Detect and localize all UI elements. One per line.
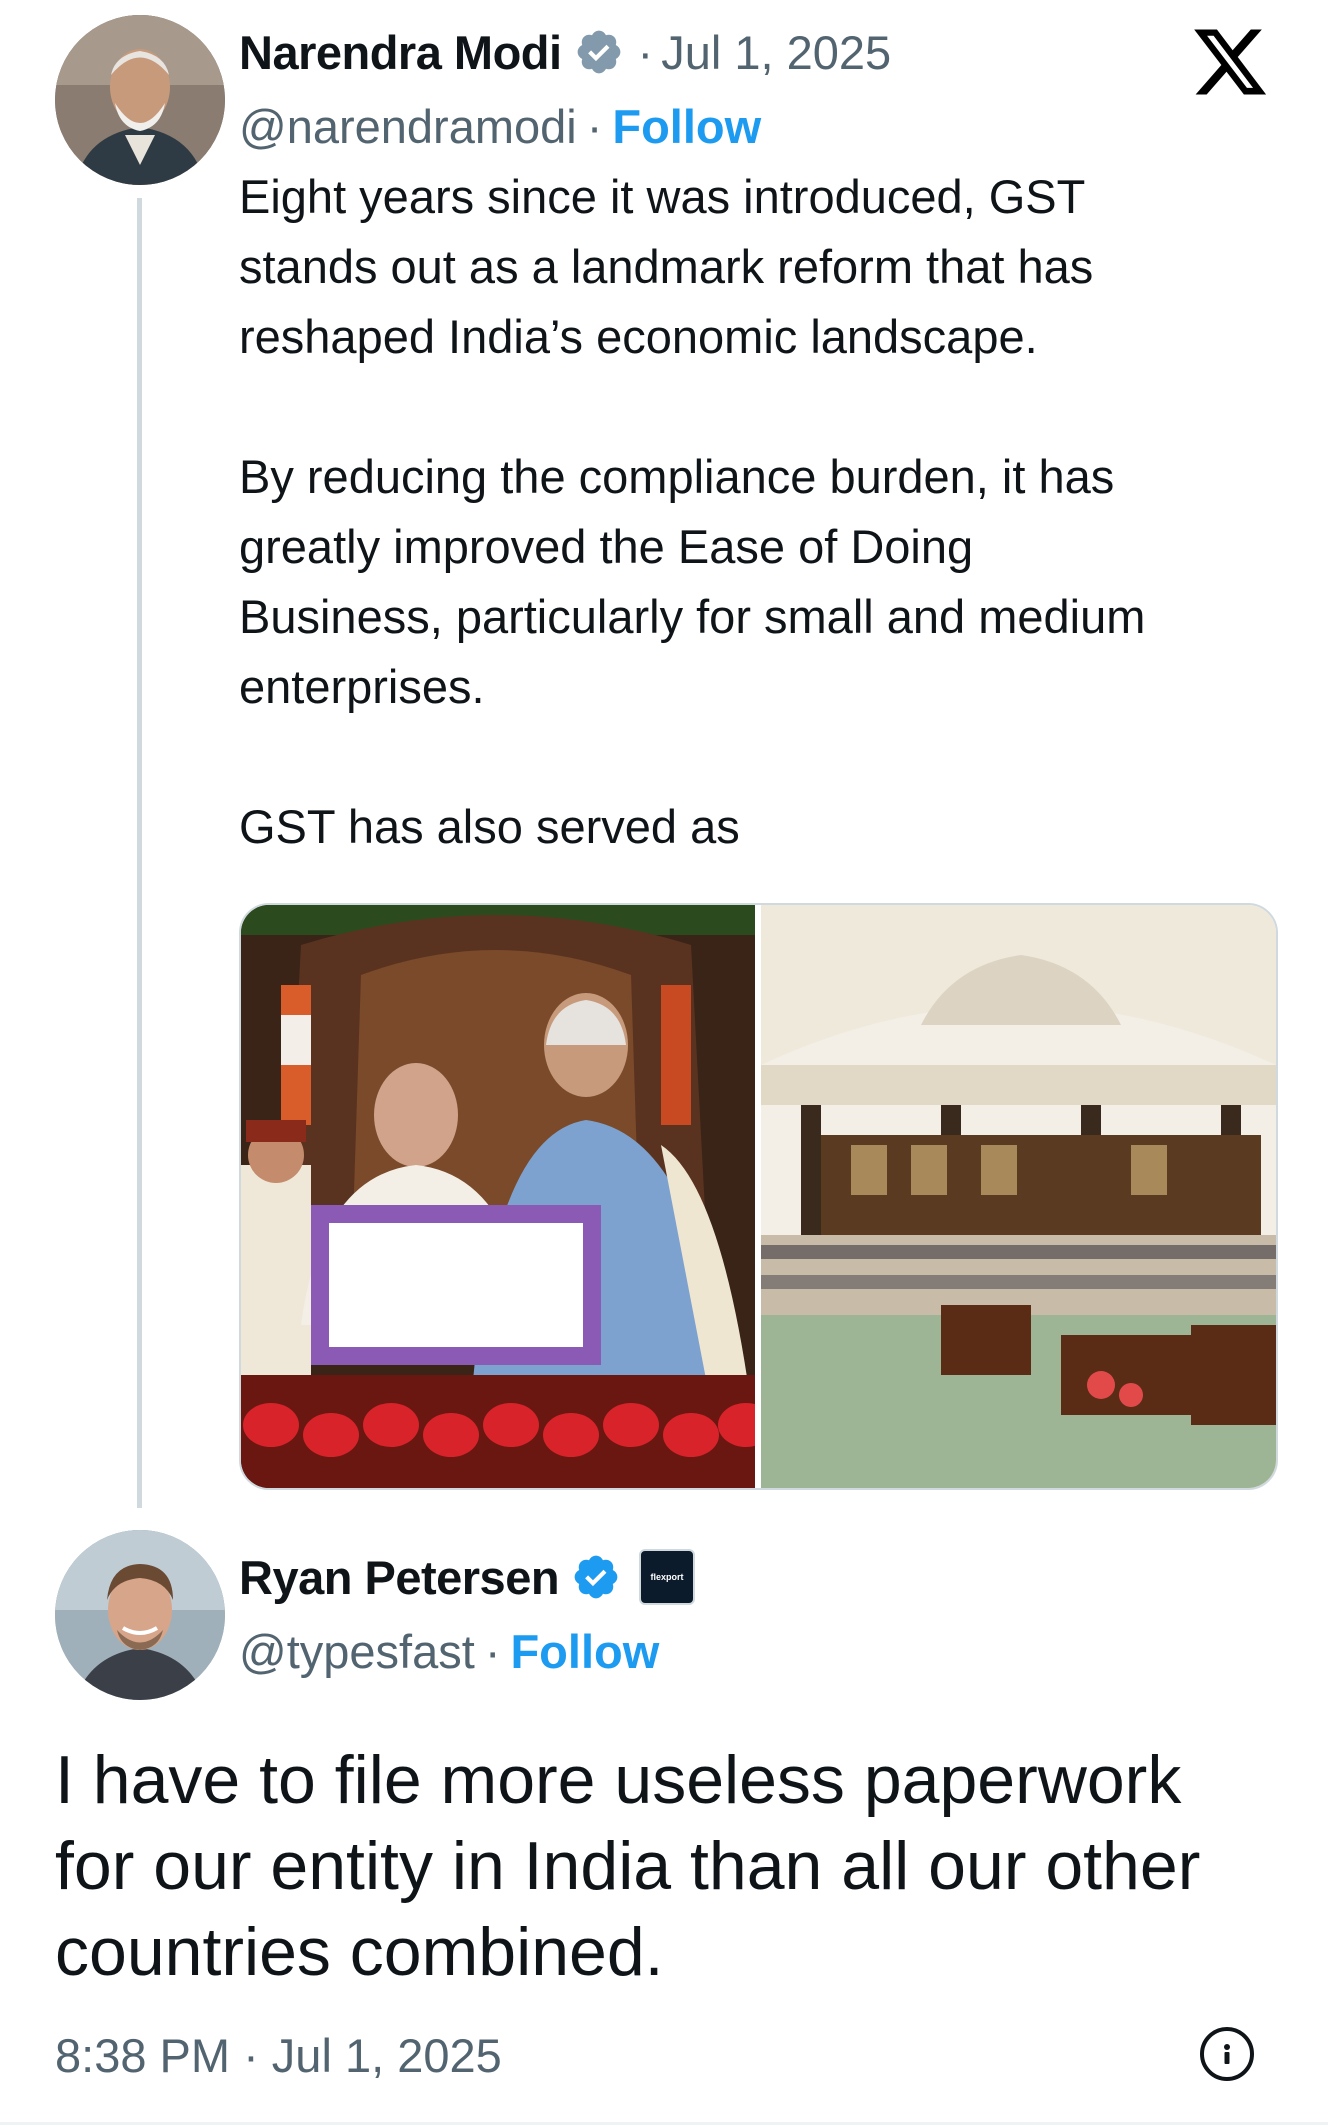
affiliate-badge-label: flexport bbox=[650, 1572, 684, 1582]
avatar-ryan-petersen[interactable] bbox=[55, 1530, 225, 1700]
follow-button[interactable]: Follow bbox=[510, 1624, 659, 1679]
media-photo-ceremony[interactable] bbox=[241, 905, 774, 1488]
reply-text: I have to file more useless paperwork fo… bbox=[55, 1742, 1201, 1990]
tweet-media-grid bbox=[239, 903, 1278, 1490]
tweet-paragraph-3: GST has also served as bbox=[239, 800, 740, 853]
info-icon[interactable] bbox=[1200, 2027, 1254, 2081]
separator-dot: · bbox=[484, 1624, 501, 1678]
reply-author-name[interactable]: Ryan Petersen bbox=[239, 1550, 560, 1605]
tweet-paragraph-2: By reducing the compliance burden, it ha… bbox=[239, 450, 1146, 713]
separator-dot: · bbox=[586, 99, 603, 153]
follow-button[interactable]: Follow bbox=[612, 99, 761, 154]
author-handle[interactable]: @narendramodi bbox=[239, 99, 577, 154]
tweet-paragraph-1: Eight years since it was introduced, GST… bbox=[239, 170, 1094, 363]
reply-timestamp[interactable]: 8:38 PM · Jul 1, 2025 bbox=[55, 2028, 502, 2083]
separator-dot: · bbox=[637, 25, 654, 79]
verified-badge-icon bbox=[571, 1552, 621, 1602]
affiliate-badge-flexport[interactable]: flexport bbox=[639, 1549, 696, 1605]
x-logo-icon[interactable] bbox=[1190, 22, 1270, 102]
media-photo-central-hall[interactable] bbox=[761, 905, 1276, 1488]
author-name[interactable]: Narendra Modi bbox=[239, 25, 562, 80]
tweet-date[interactable]: Jul 1, 2025 bbox=[661, 25, 891, 80]
avatar-narendra-modi[interactable] bbox=[55, 15, 225, 185]
verified-badge-icon bbox=[574, 27, 624, 77]
reply-author-handle[interactable]: @typesfast bbox=[239, 1624, 475, 1679]
thread-connector-line bbox=[137, 198, 142, 1508]
